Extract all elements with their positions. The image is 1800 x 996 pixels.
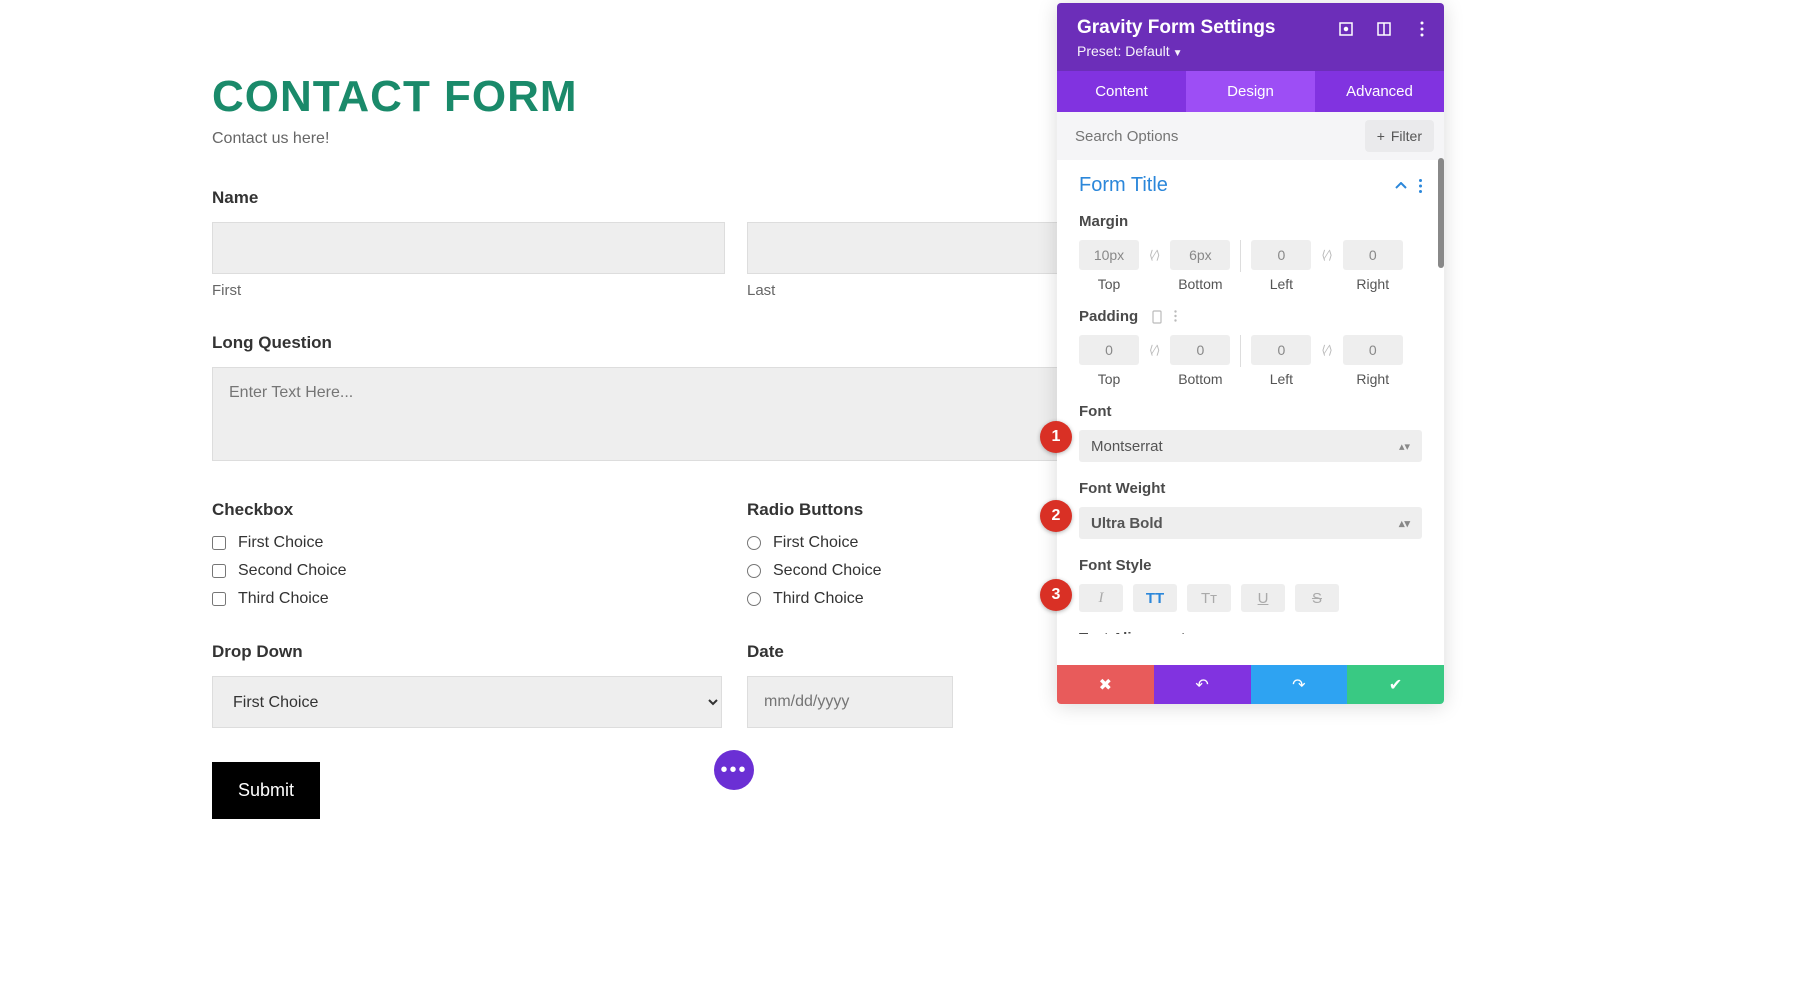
link-icon[interactable]: ⟨∕⟩ xyxy=(1321,343,1332,357)
font-label: Font xyxy=(1079,403,1422,420)
undo-button[interactable]: ↶ xyxy=(1154,665,1251,704)
device-icon[interactable] xyxy=(1152,310,1162,324)
annotation-badge-3: 3 xyxy=(1040,579,1072,611)
fab-more-button[interactable]: ••• xyxy=(714,750,754,790)
section-kebab-icon[interactable] xyxy=(1419,179,1422,193)
underline-icon: U xyxy=(1258,590,1269,607)
first-sublabel: First xyxy=(212,282,725,299)
font-weight-label: Font Weight xyxy=(1079,480,1422,497)
font-select[interactable]: Montserrat▴▾ xyxy=(1079,430,1422,462)
cancel-button[interactable]: ✖ xyxy=(1057,665,1154,704)
tab-content[interactable]: Content xyxy=(1057,71,1186,112)
tab-design[interactable]: Design xyxy=(1186,71,1315,112)
save-button[interactable]: ✔ xyxy=(1347,665,1444,704)
checkbox-choice-3[interactable]: Third Choice xyxy=(212,590,725,608)
annotation-badge-1: 1 xyxy=(1040,421,1072,453)
font-style-label: Font Style xyxy=(1079,557,1422,574)
tab-advanced[interactable]: Advanced xyxy=(1315,71,1444,112)
margin-left-input[interactable] xyxy=(1251,240,1311,270)
date-input[interactable] xyxy=(747,676,953,728)
dropdown-select[interactable]: First Choice xyxy=(212,676,722,728)
panel-footer: ✖ ↶ ↷ ✔ xyxy=(1057,665,1444,704)
padding-controls: Top ⟨∕⟩ Bottom Left ⟨∕⟩ Right xyxy=(1079,335,1422,387)
margin-top-input[interactable] xyxy=(1079,240,1139,270)
first-name-input[interactable] xyxy=(212,222,725,274)
font-style-buttons: I TT Tᴛ U S xyxy=(1079,584,1422,612)
strikethrough-button[interactable]: S xyxy=(1295,584,1339,612)
redo-button[interactable]: ↷ xyxy=(1251,665,1348,704)
italic-icon: I xyxy=(1099,590,1104,607)
panel-tabs: Content Design Advanced xyxy=(1057,71,1444,112)
smallcaps-button[interactable]: Tᴛ xyxy=(1187,584,1231,612)
margin-controls: Top ⟨∕⟩ Bottom Left ⟨∕⟩ Right xyxy=(1079,240,1422,292)
checkbox-choice-1[interactable]: First Choice xyxy=(212,534,725,552)
checkbox-choice-2[interactable]: Second Choice xyxy=(212,562,725,580)
smallcaps-icon: Tᴛ xyxy=(1201,590,1217,607)
kebab-menu-icon[interactable] xyxy=(1414,21,1430,37)
expand-icon[interactable] xyxy=(1338,21,1354,37)
chevron-up-icon[interactable] xyxy=(1395,182,1407,190)
padding-kebab-icon[interactable] xyxy=(1174,310,1177,324)
link-icon[interactable]: ⟨∕⟩ xyxy=(1149,343,1160,357)
ellipsis-icon: ••• xyxy=(720,759,747,782)
section-title[interactable]: Form Title xyxy=(1079,174,1168,197)
dropdown-label: Drop Down xyxy=(212,642,725,662)
font-weight-select[interactable]: Ultra Bold▴▾ xyxy=(1079,507,1422,539)
padding-right-input[interactable] xyxy=(1343,335,1403,365)
link-icon[interactable]: ⟨∕⟩ xyxy=(1149,248,1160,262)
padding-top-input[interactable] xyxy=(1079,335,1139,365)
checkbox-label: Checkbox xyxy=(212,500,725,520)
scrollbar-thumb[interactable] xyxy=(1438,158,1444,268)
preset-selector[interactable]: Preset: Default▼ xyxy=(1077,43,1424,59)
italic-button[interactable]: I xyxy=(1079,584,1123,612)
padding-bottom-input[interactable] xyxy=(1170,335,1230,365)
settings-panel: Gravity Form Settings Preset: Default▼ C… xyxy=(1057,3,1444,704)
panel-body: Form Title Margin Top ⟨∕⟩ Bottom Left ⟨∕… xyxy=(1057,160,1444,634)
columns-icon[interactable] xyxy=(1376,21,1392,37)
margin-label: Margin xyxy=(1079,213,1422,230)
padding-label: Padding xyxy=(1079,308,1422,325)
annotation-badge-2: 2 xyxy=(1040,500,1072,532)
search-input[interactable] xyxy=(1067,122,1365,151)
uppercase-button[interactable]: TT xyxy=(1133,584,1177,612)
panel-header: Gravity Form Settings Preset: Default▼ xyxy=(1057,3,1444,71)
undo-icon: ↶ xyxy=(1195,675,1208,695)
filter-button[interactable]: + Filter xyxy=(1365,120,1434,152)
margin-right-input[interactable] xyxy=(1343,240,1403,270)
text-alignment-label: Text Alignment xyxy=(1079,630,1422,634)
submit-button[interactable]: Submit xyxy=(212,762,320,819)
link-icon[interactable]: ⟨∕⟩ xyxy=(1321,248,1332,262)
search-row: + Filter xyxy=(1057,112,1444,160)
check-icon: ✔ xyxy=(1389,675,1402,695)
redo-icon: ↷ xyxy=(1292,675,1305,695)
underline-button[interactable]: U xyxy=(1241,584,1285,612)
close-icon: ✖ xyxy=(1099,675,1112,695)
uppercase-icon: TT xyxy=(1146,590,1164,607)
margin-bottom-input[interactable] xyxy=(1170,240,1230,270)
padding-left-input[interactable] xyxy=(1251,335,1311,365)
strikethrough-icon: S xyxy=(1312,590,1322,607)
plus-icon: + xyxy=(1377,128,1385,144)
